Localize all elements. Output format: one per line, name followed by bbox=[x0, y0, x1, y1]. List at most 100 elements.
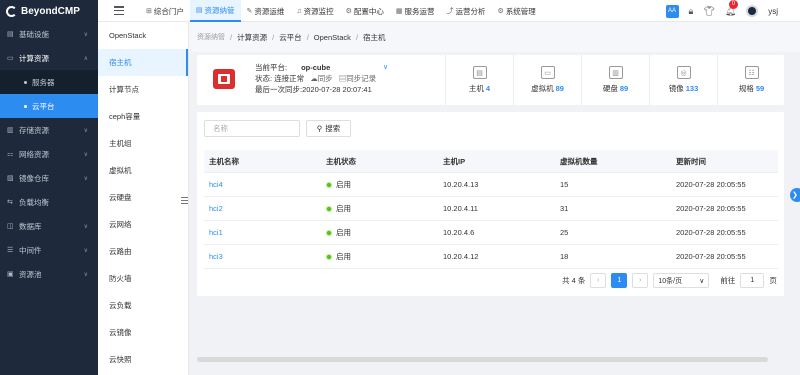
stat-disks[interactable]: ▥ 硬盘 89 bbox=[581, 55, 649, 105]
nav-item-analysis[interactable]: ⤴ 运营分析 bbox=[441, 0, 492, 22]
stat-value: 89 bbox=[619, 84, 629, 93]
breadcrumb-current: 宿主机 bbox=[362, 32, 386, 42]
host-name-link[interactable]: hci3 bbox=[204, 252, 321, 261]
chevron-down-icon[interactable]: ∨ bbox=[383, 63, 388, 71]
nav-item-resource-management[interactable]: ▤ 资源纳管 bbox=[189, 0, 241, 22]
table-row[interactable]: hci1 启用 10.20.4.6 25 2020-07-28 20:05:55 bbox=[204, 221, 778, 245]
subnav-cloud-disks[interactable]: 云硬盘 bbox=[98, 184, 188, 211]
avatar[interactable] bbox=[746, 5, 759, 17]
grid-icon: ▦ bbox=[395, 8, 403, 15]
sidebar-subitem-cloud-platform[interactable]: 云平台 bbox=[0, 94, 98, 118]
sidebar-subitem-servers[interactable]: 服务器 bbox=[0, 70, 98, 94]
subnav-cloud-lb[interactable]: 云负载 bbox=[98, 292, 188, 319]
subnav-host-groups[interactable]: 主机组 bbox=[98, 130, 188, 157]
chevron-down-icon: ∨ bbox=[83, 247, 88, 254]
column-header[interactable]: 主机名称 bbox=[204, 156, 321, 167]
host-name-link[interactable]: hci2 bbox=[204, 204, 321, 213]
platform-select[interactable]: op-cube bbox=[301, 63, 330, 72]
bell-icon: ♫ bbox=[296, 7, 302, 15]
nav-item-portal[interactable]: ⊞ 综合门户 bbox=[140, 0, 190, 22]
total-count: 共 4 条 bbox=[562, 276, 586, 285]
server-icon: ▤ bbox=[7, 31, 14, 38]
menu-toggle-icon[interactable] bbox=[114, 6, 124, 15]
sidebar-item-resource-pool[interactable]: ▣ 资源池 ∨ bbox=[0, 262, 98, 286]
sidebar-item-middleware[interactable]: ☰ 中间件 ∨ bbox=[0, 238, 98, 262]
breadcrumb-item[interactable]: OpenStack bbox=[314, 33, 351, 42]
status-text: 启用 bbox=[336, 228, 351, 237]
page-number-button[interactable]: 1 bbox=[611, 273, 628, 288]
sidebar-item-compute[interactable]: ▭ 计算资源 ∧ bbox=[0, 46, 98, 70]
column-header[interactable]: 主机IP bbox=[438, 156, 555, 167]
subnav-cloud-router[interactable]: 云路由 bbox=[98, 238, 188, 265]
nav-item-system[interactable]: ⚙ 系统管理 bbox=[492, 0, 542, 22]
subnav-compute-nodes[interactable]: 计算节点 bbox=[98, 76, 188, 103]
host-status: 启用 bbox=[321, 203, 438, 214]
table-row[interactable]: hci2 启用 10.20.4.11 31 2020-07-28 20:05:5… bbox=[204, 197, 778, 221]
brand[interactable]: BeyondCMP bbox=[0, 0, 98, 22]
sync-log-button[interactable]: ▤同步记录 bbox=[339, 74, 377, 83]
page-size-select[interactable]: 10条/页 ∨ bbox=[653, 273, 710, 288]
subnav-firewall[interactable]: 防火墙 bbox=[98, 265, 188, 292]
last-sync-time: 2020-07-28 20:07:41 bbox=[302, 85, 372, 94]
shirt-icon[interactable]: 👕︎ bbox=[703, 6, 714, 17]
subnav-vms[interactable]: 虚拟机 bbox=[98, 157, 188, 184]
sidebar-item-infrastructure[interactable]: ▤ 基础设施 ∨ bbox=[0, 22, 98, 46]
notification-bell-icon[interactable]: 🔔︎ 0 bbox=[725, 0, 739, 17]
goto-page-input[interactable]: 1 bbox=[740, 273, 765, 288]
user-name[interactable]: ysj bbox=[768, 7, 778, 16]
host-name-link[interactable]: hci1 bbox=[204, 228, 321, 237]
vm-count: 31 bbox=[560, 204, 569, 213]
search-button[interactable]: ⚲ 搜索 bbox=[306, 120, 351, 137]
breadcrumb-separator: / bbox=[272, 32, 275, 42]
search-input[interactable]: 名称 bbox=[204, 120, 300, 137]
stat-flavors[interactable]: ☷ 规格 59 bbox=[717, 55, 785, 105]
sidebar-item-database[interactable]: ◫ 数据库 ∨ bbox=[0, 214, 98, 238]
sidebar-item-storage[interactable]: ▥ 存储资源 ∨ bbox=[0, 118, 98, 142]
updated-time: 2020-07-28 20:05:55 bbox=[676, 228, 746, 237]
column-header[interactable]: 更新时间 bbox=[671, 156, 778, 167]
sidebar-item-load-balancer[interactable]: ⇆ 负载均衡 bbox=[0, 190, 98, 214]
stat-value: 89 bbox=[555, 84, 564, 93]
vm-count: 18 bbox=[560, 252, 569, 261]
breadcrumb-home[interactable]: 资源纳管 bbox=[197, 32, 225, 42]
sidebar-item-network[interactable]: ⚏ 网络资源 ∨ bbox=[0, 142, 98, 166]
nav-item-service-ops[interactable]: ▦ 服务运营 bbox=[390, 0, 441, 22]
prev-page-button[interactable]: ‹ bbox=[590, 273, 607, 288]
table-row[interactable]: hci3 启用 10.20.4.12 18 2020-07-28 20:05:5… bbox=[204, 245, 778, 269]
status-text: 启用 bbox=[336, 252, 351, 261]
subnav-ceph-capacity[interactable]: ceph容量 bbox=[98, 103, 188, 130]
column-header[interactable]: 主机状态 bbox=[321, 156, 438, 167]
sync-button[interactable]: ☁︎同步 bbox=[310, 74, 333, 83]
collapse-subnav-icon[interactable] bbox=[181, 197, 188, 204]
lock-icon[interactable]: 🔒︎ bbox=[689, 6, 694, 17]
font-size-button[interactable]: AA bbox=[665, 4, 679, 18]
nav-item-monitoring[interactable]: ♫ 资源监控 bbox=[290, 0, 339, 22]
host-name-link[interactable]: hci4 bbox=[204, 180, 321, 189]
subnav-openstack[interactable]: OpenStack bbox=[98, 22, 188, 49]
table-row[interactable]: hci4 启用 10.20.4.13 15 2020-07-28 20:05:5… bbox=[204, 173, 778, 197]
subnav-cloud-images[interactable]: 云镜像 bbox=[98, 319, 188, 346]
subnav-cloud-network[interactable]: 云网络 bbox=[98, 211, 188, 238]
subnav-hosts[interactable]: 宿主机 bbox=[98, 49, 188, 76]
settings-icon: ⚙ bbox=[497, 8, 504, 15]
sidebar-item-label: 资源池 bbox=[19, 269, 42, 279]
storage-icon: ▥ bbox=[7, 127, 14, 134]
next-page-button[interactable]: › bbox=[632, 273, 649, 288]
status-dot-icon bbox=[326, 205, 332, 212]
horizontal-scrollbar[interactable] bbox=[197, 357, 768, 362]
subnav-cloud-snapshots[interactable]: 云快照 bbox=[98, 346, 188, 373]
sidebar-item-image-repo[interactable]: ▨ 镜像仓库 ∨ bbox=[0, 166, 98, 190]
column-header[interactable]: 虚拟机数量 bbox=[555, 156, 671, 167]
search-icon: ⚲ bbox=[316, 124, 323, 133]
host-status: 启用 bbox=[321, 251, 438, 262]
nav-item-config-center[interactable]: ⚙ 配置中心 bbox=[340, 0, 390, 22]
image-icon: ◎ bbox=[676, 66, 691, 79]
breadcrumb-item[interactable]: 云平台 bbox=[279, 32, 302, 43]
side-expand-button[interactable]: ❯ bbox=[790, 188, 800, 202]
stat-vms[interactable]: ▭ 虚拟机 89 bbox=[513, 55, 581, 105]
breadcrumb-item[interactable]: 计算资源 bbox=[237, 32, 267, 43]
vm-icon: ▭ bbox=[540, 66, 555, 79]
stat-images[interactable]: ◎ 镜像 133 bbox=[649, 55, 717, 105]
stat-hosts[interactable]: ▤ 主机 4 bbox=[445, 55, 513, 105]
nav-item-resource-ops[interactable]: ✎ 资源运维 bbox=[241, 0, 291, 22]
